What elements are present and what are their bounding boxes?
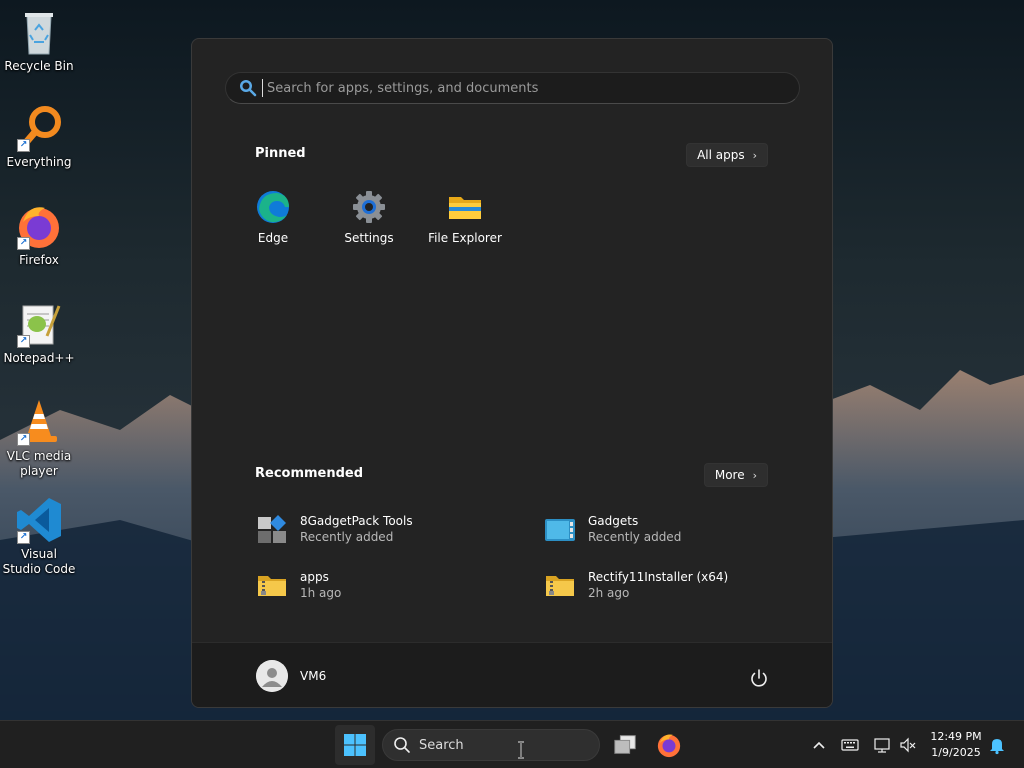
keyboard-button[interactable]: [840, 735, 860, 755]
pinned-app-file-explorer[interactable]: File Explorer: [419, 189, 511, 245]
chevron-right-icon: ›: [752, 148, 757, 162]
desktop-icon-firefox[interactable]: ↗ Firefox: [0, 202, 78, 268]
zip-folder-icon: [546, 576, 574, 596]
vscode-icon: ↗: [15, 496, 63, 544]
notifications-button[interactable]: [987, 735, 1007, 755]
desktop-icon-label: Recycle Bin: [4, 59, 74, 73]
clock-time: 12:49 PM: [930, 730, 982, 743]
pinned-app-label: File Explorer: [428, 231, 502, 245]
pinned-app-label: Edge: [257, 231, 289, 245]
firefox-icon: ↗: [15, 202, 63, 250]
more-label: More: [714, 468, 745, 482]
recommended-section-title: Recommended: [255, 466, 364, 481]
search-icon: [238, 78, 258, 98]
recommended-item-subtitle: Recently added: [588, 530, 682, 544]
pinned-app-settings[interactable]: Settings: [323, 189, 415, 245]
taskbar-search-label: Search: [419, 737, 464, 753]
chevron-right-icon: ›: [752, 468, 757, 482]
settings-gear-icon: [353, 191, 385, 223]
start-search-box[interactable]: [225, 72, 800, 104]
recommended-item-name: Gadgets: [588, 514, 639, 528]
desktop-icon-label: Notepad++: [3, 351, 75, 365]
bell-icon: [990, 739, 1004, 755]
desktop-icon-label: Firefox: [19, 253, 59, 267]
recommended-item-gadgets[interactable]: Gadgets Recently added: [544, 509, 804, 549]
taskbar-firefox-button[interactable]: [653, 729, 685, 761]
edge-icon: [257, 191, 289, 223]
recommended-item-subtitle: Recently added: [300, 530, 394, 544]
recommended-item-8gadgetpack-tools[interactable]: 8GadgetPack Tools Recently added: [256, 509, 516, 549]
desktop-icon-label: VLC media player: [6, 449, 72, 478]
avatar: [256, 660, 288, 692]
power-button[interactable]: [748, 667, 770, 689]
network-button[interactable]: [872, 735, 892, 755]
desktop-icon-notepad-plus-plus[interactable]: ↗ Notepad++: [0, 300, 78, 366]
show-hidden-icons-button[interactable]: [809, 735, 829, 755]
desktop-icon-label: Visual Studio Code: [2, 547, 76, 576]
recommended-item-name: apps: [300, 570, 329, 584]
shortcut-arrow-icon: ↗: [17, 237, 30, 250]
recommended-item-name: 8GadgetPack Tools: [300, 514, 413, 528]
pinned-section-title: Pinned: [255, 146, 306, 161]
taskbar-search-box[interactable]: Search: [382, 729, 600, 761]
recommended-item-subtitle: 1h ago: [300, 586, 342, 600]
pinned-app-edge[interactable]: Edge: [227, 189, 319, 245]
folder-icon: [449, 197, 481, 219]
start-search-input[interactable]: [262, 79, 799, 97]
start-button[interactable]: [335, 725, 375, 765]
shortcut-arrow-icon: ↗: [17, 139, 30, 152]
search-icon: [394, 737, 410, 753]
volume-muted-icon: [900, 737, 916, 753]
pinned-app-label: Settings: [344, 231, 394, 245]
firefox-icon: [657, 734, 681, 758]
text-cursor-icon: [516, 741, 526, 759]
desktop-icon-everything[interactable]: ↗ Everything: [0, 104, 78, 170]
recommended-item-apps[interactable]: apps 1h ago: [256, 565, 516, 605]
chevron-up-icon: [813, 741, 825, 749]
desktop-icon-vlc[interactable]: ↗ VLC media player: [0, 398, 78, 479]
notepad-plus-plus-icon: ↗: [15, 300, 63, 348]
start-menu: Pinned All apps › Edge Settings File Exp…: [191, 38, 833, 708]
user-avatar-icon: [256, 660, 288, 692]
taskbar: Search 12:49 PM 1/9/2025: [0, 720, 1024, 768]
gadgetpack-tools-icon: [258, 515, 286, 543]
network-icon: [874, 738, 890, 753]
recommended-item-rectify11installer[interactable]: Rectify11Installer (x64) 2h ago: [544, 565, 804, 605]
start-menu-footer: VM6: [192, 642, 832, 707]
keyboard-icon: [841, 739, 859, 751]
desktop-icon-label: Everything: [6, 155, 72, 169]
shortcut-arrow-icon: ↗: [17, 433, 30, 446]
recycle-bin-icon: [15, 8, 63, 56]
shortcut-arrow-icon: ↗: [17, 335, 30, 348]
taskbar-clock[interactable]: 12:49 PM 1/9/2025: [924, 729, 988, 761]
volume-button[interactable]: [898, 735, 918, 755]
all-apps-button[interactable]: All apps ›: [686, 143, 768, 167]
power-icon: [751, 669, 767, 687]
task-view-button[interactable]: [609, 729, 641, 761]
shortcut-arrow-icon: ↗: [17, 531, 30, 544]
vlc-cone-icon: ↗: [15, 398, 63, 446]
desktop-icon-vscode[interactable]: ↗ Visual Studio Code: [0, 496, 78, 577]
gadgets-icon: [545, 519, 575, 541]
recommended-item-name: Rectify11Installer (x64): [588, 570, 729, 584]
task-view-icon: [614, 735, 636, 754]
user-name: VM6: [300, 669, 327, 683]
zip-folder-icon: [258, 576, 286, 596]
all-apps-label: All apps: [697, 148, 745, 162]
clock-date: 1/9/2025: [931, 746, 981, 759]
more-button[interactable]: More ›: [703, 463, 768, 487]
desktop-icon-recycle-bin[interactable]: Recycle Bin: [0, 8, 78, 74]
windows-logo-icon: [344, 734, 366, 756]
recommended-item-subtitle: 2h ago: [588, 586, 630, 600]
user-account-button[interactable]: VM6: [256, 660, 326, 692]
everything-search-icon: ↗: [15, 104, 63, 152]
